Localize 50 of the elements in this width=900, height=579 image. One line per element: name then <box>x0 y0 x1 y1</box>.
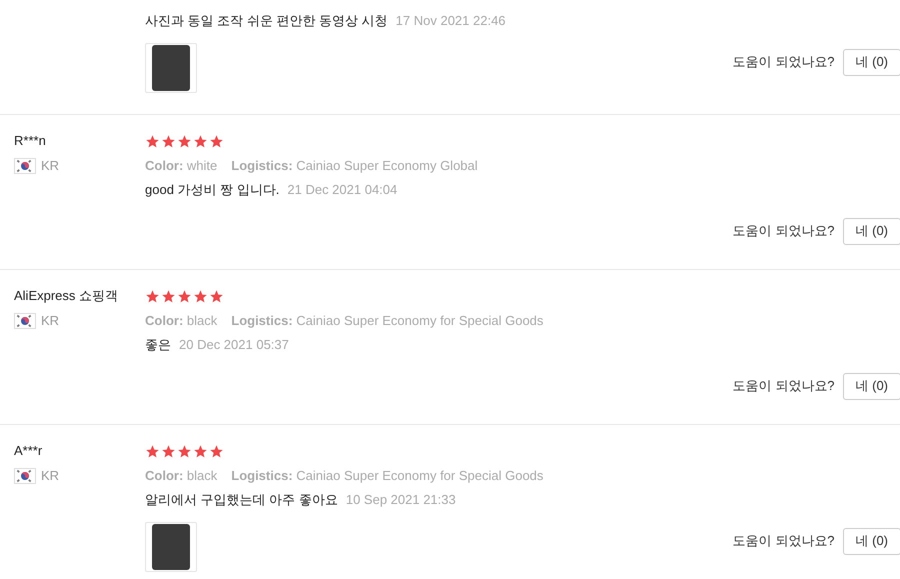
helpful-question: 도움이 되었나요? <box>732 532 834 550</box>
helpful-yes-button[interactable]: 네 (0) <box>842 372 900 400</box>
helpful-yes-button[interactable]: 네 (0) <box>842 48 900 76</box>
review-date: 20 Dec 2021 05:37 <box>179 336 289 354</box>
star-icon <box>161 134 176 148</box>
country-code: KR <box>41 312 60 330</box>
photo-placeholder <box>152 524 190 570</box>
product-attribute: Color: black <box>145 312 218 330</box>
review-date: 10 Sep 2021 21:33 <box>346 491 456 510</box>
product-attribute: Logistics: Cainiao Super Economy for Special Goods <box>231 467 544 486</box>
product-attribute: Logistics: Cainiao Super Economy for Special Goods <box>231 312 544 330</box>
product-attribute: Logistics: Cainiao Super Economy Global <box>231 157 478 176</box>
flag-icon <box>14 158 36 174</box>
star-icon <box>145 134 160 148</box>
star-icon <box>161 288 176 304</box>
review-comment: 좋은 <box>145 336 171 354</box>
review-date: 17 Nov 2021 22:46 <box>396 12 506 30</box>
reviewer-name: AliExpress 쇼핑객 <box>14 287 118 306</box>
reviewer-name: R***n <box>14 132 46 150</box>
star-icon <box>209 444 224 458</box>
flag-icon <box>14 313 36 329</box>
helpful-question: 도움이 되었나요? <box>732 222 834 240</box>
photo-thumbnail[interactable] <box>145 522 197 572</box>
product-attribute: Color: black <box>145 467 218 486</box>
review-date: 21 Dec 2021 04:04 <box>287 181 398 200</box>
country-code: KR <box>41 157 60 176</box>
helpful-question: 도움이 되었나요? <box>732 53 834 72</box>
star-icon <box>145 288 160 304</box>
star-icon <box>193 134 208 148</box>
star-icon <box>177 134 192 148</box>
helpful-question: 도움이 되었나요? <box>732 377 834 396</box>
star-icon <box>193 444 208 458</box>
reviewer-name: A***r <box>14 442 42 460</box>
review-comment: good 가성비 짱 입니다. <box>145 181 280 200</box>
country-code: KR <box>41 467 60 486</box>
flag-icon <box>14 468 36 484</box>
review-comment: 사진과 동일 조작 쉬운 편안한 동영상 시청 <box>145 12 388 30</box>
star-icon <box>193 288 208 304</box>
star-icon <box>145 444 160 458</box>
star-icon <box>177 444 192 458</box>
product-attribute: Color: white <box>145 157 218 176</box>
helpful-yes-button[interactable]: 네 (0) <box>842 218 900 244</box>
star-icon <box>209 134 224 148</box>
helpful-yes-button[interactable]: 네 (0) <box>842 528 900 554</box>
photo-placeholder <box>152 45 190 91</box>
star-icon <box>161 444 176 458</box>
photo-thumbnail[interactable] <box>145 43 197 93</box>
review-comment: 알리에서 구입했는데 아주 좋아요 <box>145 491 338 510</box>
star-icon <box>209 288 224 304</box>
star-icon <box>177 288 192 304</box>
